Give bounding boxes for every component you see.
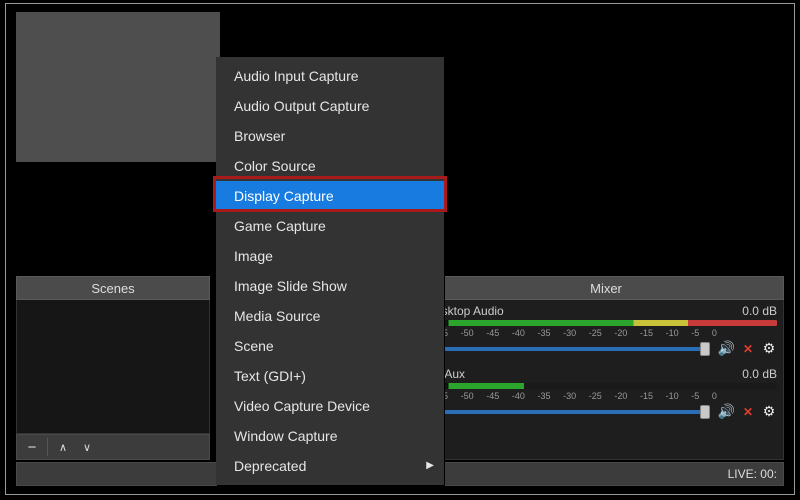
menu-item-audio-output-capture[interactable]: Audio Output Capture [216,91,444,121]
menu-item-window-capture[interactable]: Window Capture [216,421,444,451]
mixer-channel-mic-aux: c/Aux 0.0 dB -55 -50 -45 -40 -35 -30 -25… [435,367,777,420]
toolbar-separator [47,438,48,456]
volume-slider[interactable] [435,347,710,351]
volume-thumb[interactable] [700,405,710,419]
mixer-channel-db: 0.0 dB [742,367,777,381]
remove-scene-button[interactable]: − [21,436,43,458]
scenes-header: Scenes [16,276,210,300]
level-meter [435,383,777,389]
mixer-channel-db: 0.0 dB [742,304,777,318]
scenes-list[interactable] [16,300,210,434]
meter-ticks: -55 -50 -45 -40 -35 -30 -25 -20 -15 -10 … [435,328,777,338]
live-status: LIVE: 00: [728,467,777,481]
menu-item-audio-input-capture[interactable]: Audio Input Capture [216,61,444,91]
volume-slider[interactable] [435,410,710,414]
channel-settings-button[interactable]: ⚙ [761,404,777,420]
mixer-panel: Mixer esktop Audio 0.0 dB -55 -50 -45 -4… [428,276,784,460]
mixer-body: esktop Audio 0.0 dB -55 -50 -45 -40 -35 … [428,300,784,460]
menu-item-image[interactable]: Image [216,241,444,271]
volume-thumb[interactable] [700,342,710,356]
menu-item-image-slide-show[interactable]: Image Slide Show [216,271,444,301]
menu-item-browser[interactable]: Browser [216,121,444,151]
mixer-header: Mixer [428,276,784,300]
mixer-channel-desktop-audio: esktop Audio 0.0 dB -55 -50 -45 -40 -35 … [435,304,777,357]
menu-item-game-capture[interactable]: Game Capture [216,211,444,241]
menu-item-video-capture-device[interactable]: Video Capture Device [216,391,444,421]
menu-item-text-gdi[interactable]: Text (GDI+) [216,361,444,391]
menu-item-scene[interactable]: Scene [216,331,444,361]
scenes-toolbar: − ∧ ∨ [16,434,210,460]
menu-item-media-source[interactable]: Media Source [216,301,444,331]
scenes-panel: Scenes − ∧ ∨ [16,276,210,460]
scene-move-up-button[interactable]: ∧ [52,436,74,458]
channel-settings-button[interactable]: ⚙ [761,341,777,357]
add-source-context-menu: Audio Input Capture Audio Output Capture… [216,57,444,485]
submenu-arrow-icon: ▶ [426,451,434,481]
app-frame: Scenes − ∧ ∨ . + − ⚙ ∧ ∨ [5,3,795,495]
speaker-icon[interactable]: 🔊 [718,340,735,357]
mixer-channel-name: esktop Audio [435,304,504,318]
mute-indicator-icon: ✕ [743,405,753,419]
scene-move-down-button[interactable]: ∨ [76,436,98,458]
menu-item-color-source[interactable]: Color Source [216,151,444,181]
preview-area[interactable] [16,12,220,162]
menu-item-deprecated[interactable]: Deprecated ▶ [216,451,444,481]
menu-item-display-capture[interactable]: Display Capture [216,181,444,211]
meter-ticks: -55 -50 -45 -40 -35 -30 -25 -20 -15 -10 … [435,391,777,401]
mute-indicator-icon: ✕ [743,342,753,356]
level-meter [435,320,777,326]
menu-item-label: Deprecated [234,458,306,474]
speaker-icon[interactable]: 🔊 [718,403,735,420]
